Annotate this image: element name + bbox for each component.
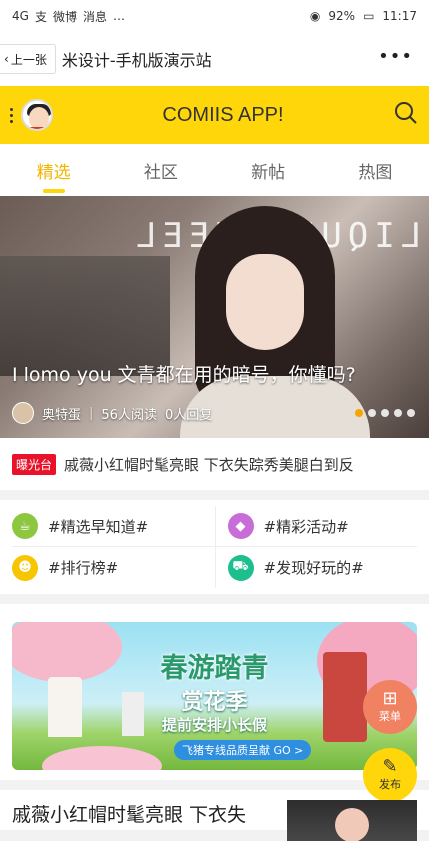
promo-banner[interactable]: 春游踏青 赏花季 提前安排小长假 飞猪专线品质呈献 GO >: [0, 604, 429, 780]
cart-icon: ⛟: [227, 554, 254, 581]
promo-headline: 春游踏青: [160, 653, 269, 684]
article-title[interactable]: 戚薇小红帽时髦亮眼 下衣失: [12, 800, 272, 830]
shortcut-grid: ☕ #精选早知道# ◆ #精彩活动# ☻ #排行榜# ⛟ #发现好玩的#: [0, 500, 429, 594]
tab-featured[interactable]: 精选: [0, 158, 107, 183]
battery-level: 92%: [328, 9, 356, 23]
shortcut-events[interactable]: ◆ #精彩活动#: [214, 506, 417, 547]
reply-count: 0人回复: [164, 407, 213, 423]
edit-icon: ✎: [382, 756, 398, 777]
grid-icon: ⊞: [382, 688, 398, 709]
back-button[interactable]: ‹ 上一张: [0, 44, 56, 74]
article-thumbnail[interactable]: [287, 800, 417, 841]
signal-indicator: 4G: [12, 9, 29, 23]
tab-community[interactable]: 社区: [107, 158, 214, 183]
pager-dot[interactable]: [407, 409, 415, 417]
pager-dot[interactable]: [394, 409, 402, 417]
notif-more-icon: …: [112, 9, 125, 23]
promo-subheadline: 赏花季: [181, 690, 248, 715]
tab-new-posts[interactable]: 新帖: [215, 158, 322, 183]
shortcut-label: #精彩活动#: [263, 517, 349, 536]
shortcut-label: #发现好玩的#: [263, 559, 364, 577]
notif-message-icon: 消息: [82, 9, 107, 24]
carousel-meta: 奥特蛋 | 56人阅读 0人回复: [12, 402, 212, 424]
shortcut-label: #精选早知道#: [48, 517, 149, 536]
side-menu-icon[interactable]: [10, 107, 13, 123]
back-label: 上一张: [10, 52, 47, 67]
coffee-icon: ☕: [12, 513, 38, 539]
shortcut-featured-news[interactable]: ☕ #精选早知道#: [12, 506, 215, 547]
author-avatar: [12, 402, 34, 424]
bookshelf-image: [0, 256, 170, 376]
diamond-icon: ◆: [227, 513, 254, 539]
shortcut-discover[interactable]: ⛟ #发现好玩的#: [214, 547, 418, 588]
ticker-tag: 曝光台: [12, 453, 57, 475]
status-bar: 4G 支 微博 消息 … ◉ 92% ▭ 11:17: [0, 0, 429, 32]
post-fab[interactable]: ✎ 发布: [363, 748, 417, 802]
author-name: 奥特蛋: [42, 407, 82, 423]
tab-bar: 精选 社区 新帖 热图: [0, 144, 429, 196]
pager-dot[interactable]: [355, 409, 363, 417]
avatar[interactable]: [21, 99, 53, 131]
featured-carousel[interactable]: LIQUID FEEL I lomo you 文青都在用的暗号，你懂吗? 奥特蛋…: [0, 196, 429, 438]
notif-alipay-icon: 支: [34, 9, 47, 24]
battery-icon: ▭: [363, 9, 375, 23]
browser-title-bar: ‹ 上一张 米设计-手机版演示站 •••: [0, 32, 429, 86]
more-options-button[interactable]: •••: [378, 46, 413, 67]
app-header: COMIIS APP!: [0, 86, 429, 144]
promo-image[interactable]: 春游踏青 赏花季 提前安排小长假 飞猪专线品质呈献 GO >: [12, 622, 417, 770]
pager-dot[interactable]: [381, 409, 389, 417]
view-count: 56人阅读: [101, 407, 157, 423]
notif-weibo-icon: 微博: [52, 9, 77, 24]
shortcut-rankings[interactable]: ☻ #排行榜#: [12, 547, 215, 588]
sunglasses-icon: ☻: [12, 554, 38, 581]
menu-fab[interactable]: ⊞ 菜单: [363, 680, 417, 734]
promo-cta-button[interactable]: 飞猪专线品质呈献 GO >: [174, 740, 312, 760]
app-title: COMIIS APP!: [162, 103, 284, 126]
chevron-left-icon: ‹: [4, 52, 9, 66]
post-fab-label: 发布: [379, 778, 401, 791]
menu-fab-label: 菜单: [379, 710, 401, 723]
carousel-caption[interactable]: I lomo you 文青都在用的暗号，你懂吗?: [12, 360, 356, 387]
tab-hot-images[interactable]: 热图: [322, 158, 429, 183]
eye-icon: ◉: [309, 9, 321, 23]
clock: 11:17: [382, 9, 417, 23]
search-icon[interactable]: [393, 100, 419, 130]
pager-dot[interactable]: [368, 409, 376, 417]
shortcut-label: #排行榜#: [48, 559, 119, 577]
carousel-pager: [355, 409, 415, 417]
article-item[interactable]: 戚薇小红帽时髦亮眼 下衣失: [0, 790, 429, 841]
news-ticker[interactable]: 曝光台 戚薇小红帽时髦亮眼 下衣失踪秀美腿白到反: [0, 438, 429, 490]
ticker-text[interactable]: 戚薇小红帽时髦亮眼 下衣失踪秀美腿白到反: [64, 454, 354, 475]
page-title: 米设计-手机版演示站: [61, 51, 212, 70]
promo-tagline: 提前安排小长假: [161, 716, 267, 734]
